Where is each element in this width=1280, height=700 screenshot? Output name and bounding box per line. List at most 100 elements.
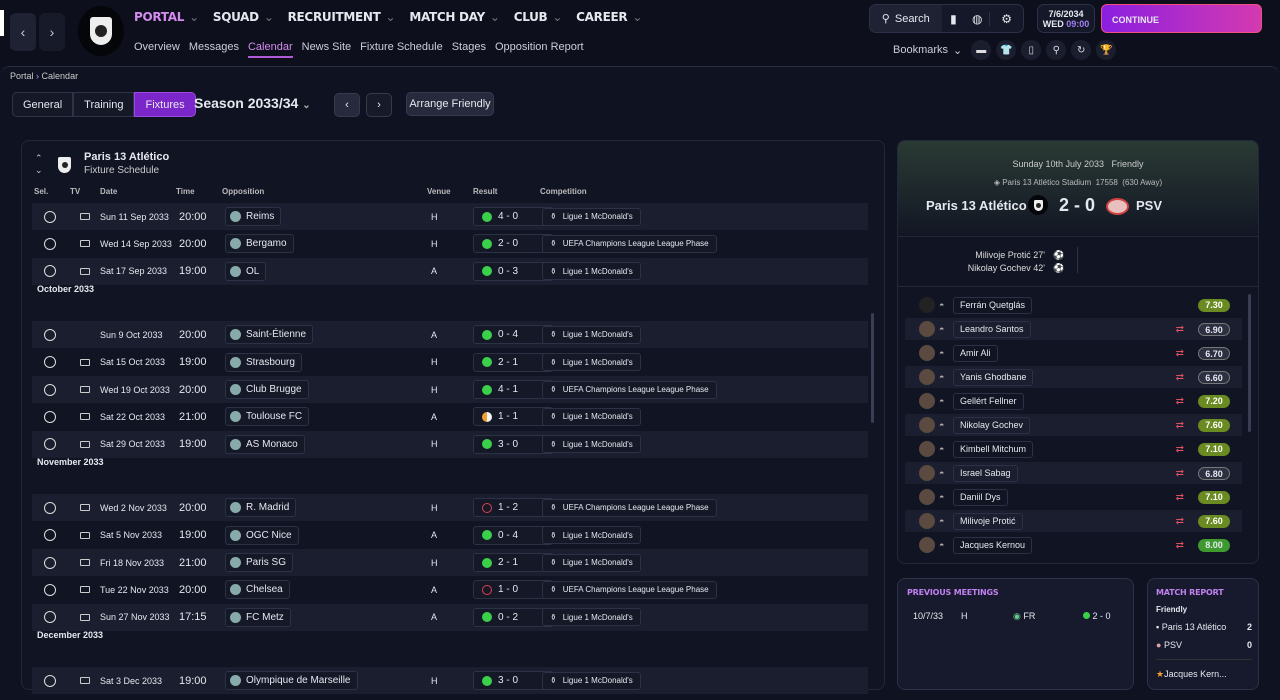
- player-name[interactable]: Yanis Ghodbane: [953, 368, 1034, 386]
- select-radio[interactable]: [44, 237, 56, 250]
- season-selector[interactable]: Season 2033/34 ⌄: [194, 95, 311, 111]
- forward-button[interactable]: ›: [39, 13, 65, 51]
- bookmark-icon[interactable]: ▮: [942, 12, 966, 26]
- player-name[interactable]: Gellért Fellner: [953, 392, 1024, 410]
- fixture-row[interactable]: Sat 5 Nov 2033 19:00 OGC Nice A 0 - 4 ⚱ Ligue …: [32, 522, 868, 549]
- competition-link[interactable]: ⚱ UEFA Champions League League Phase: [542, 498, 717, 517]
- player-name[interactable]: Leandro Santos: [953, 320, 1031, 338]
- opposition-link[interactable]: OL: [225, 261, 267, 281]
- player-row[interactable]: ◓ Milivoje Protić ⇄ 7.60: [905, 510, 1242, 532]
- fixture-row[interactable]: Sat 29 Oct 2033 19:00 AS Monaco H 3 - 0 ⚱ Ligu…: [32, 430, 868, 458]
- competition-link[interactable]: ⚱ Ligue 1 McDonald's: [542, 671, 641, 690]
- bookmarks-dropdown[interactable]: Bookmarks: [893, 44, 948, 56]
- subnav-messages[interactable]: Messages: [189, 41, 239, 58]
- player-of-match[interactable]: ★Jacques Kern...: [1156, 669, 1227, 680]
- gear-icon[interactable]: ⚙: [989, 11, 1023, 26]
- player-row[interactable]: ◓ Jacques Kernou ⇄ 8.00: [905, 534, 1242, 556]
- subnav-fixture-schedule[interactable]: Fixture Schedule: [360, 41, 443, 58]
- column-header[interactable]: TV: [70, 187, 80, 196]
- search-button[interactable]: ⚲ Search: [870, 5, 942, 32]
- arrange-friendly-button[interactable]: Arrange Friendly: [406, 92, 494, 116]
- subnav-overview[interactable]: Overview: [134, 41, 180, 58]
- result-link[interactable]: 1 - 2: [473, 498, 553, 518]
- competition-link[interactable]: ⚱ Ligue 1 McDonald's: [542, 435, 641, 454]
- shirt-icon[interactable]: 👕: [996, 40, 1017, 60]
- scrollbar[interactable]: [1248, 294, 1251, 432]
- opposition-link[interactable]: Reims: [225, 207, 282, 226]
- result-link[interactable]: 2 - 1: [473, 352, 553, 372]
- opposition-link[interactable]: OGC Nice: [225, 525, 299, 545]
- opposition-link[interactable]: Bergamo: [225, 234, 294, 254]
- competition-link[interactable]: ⚱ Ligue 1 McDonald's: [542, 325, 641, 344]
- result-link[interactable]: 4 - 0: [473, 207, 553, 226]
- nav-club[interactable]: CLUB ⌄: [514, 10, 563, 24]
- opposition-link[interactable]: Club Brugge: [225, 380, 309, 399]
- player-row[interactable]: ◓ Kimbell Mitchum ⇄ 7.10: [905, 438, 1242, 460]
- fixture-row[interactable]: Sun 9 Oct 2033 20:00 Saint-Étienne A 0 - 4 ⚱ L…: [32, 321, 868, 349]
- fixture-row[interactable]: Tue 22 Nov 2033 20:00 Chelsea A 1 - 0 ⚱ UEFA C…: [32, 576, 868, 603]
- nav-match-day[interactable]: MATCH DAY ⌄: [409, 10, 500, 24]
- result-link[interactable]: 0 - 4: [473, 325, 553, 345]
- select-radio[interactable]: [44, 265, 56, 278]
- tab-general[interactable]: General: [12, 92, 74, 117]
- player-row[interactable]: ◓ Amir Ali ⇄ 6.70: [905, 342, 1242, 364]
- player-row[interactable]: ◓ Daniil Dys ⇄ 7.10: [905, 486, 1242, 508]
- opposition-link[interactable]: Strasbourg: [225, 352, 302, 372]
- fixture-row[interactable]: Sat 15 Oct 2033 19:00 Strasbourg H 2 - 1 ⚱ Lig…: [32, 349, 868, 376]
- opposition-link[interactable]: R. Madrid: [225, 498, 297, 518]
- tab-training[interactable]: Training: [73, 92, 135, 117]
- select-radio[interactable]: [44, 674, 56, 687]
- select-radio[interactable]: [44, 383, 56, 396]
- opposition-link[interactable]: Olympique de Marseille: [225, 671, 358, 691]
- select-radio[interactable]: [44, 328, 56, 341]
- nav-career[interactable]: CAREER ⌄: [576, 10, 642, 24]
- result-link[interactable]: 4 - 1: [473, 380, 553, 399]
- player-name[interactable]: Ferrán Quetglás: [953, 296, 1033, 314]
- nav-recruitment[interactable]: RECRUITMENT ⌄: [288, 10, 396, 24]
- column-header[interactable]: Date: [100, 187, 117, 196]
- column-header[interactable]: Venue: [427, 187, 451, 196]
- back-button[interactable]: ‹: [10, 13, 36, 51]
- prev-season-button[interactable]: ‹: [334, 93, 360, 117]
- trophy-icon[interactable]: 🏆: [1096, 40, 1117, 60]
- fixture-row[interactable]: Wed 19 Oct 2033 20:00 Club Brugge H 4 - 1 ⚱ UE…: [32, 376, 868, 403]
- player-row[interactable]: ◓ Nikolay Gochev ⇄ 7.60: [905, 414, 1242, 436]
- column-header[interactable]: Result: [473, 187, 497, 196]
- chat-icon[interactable]: ▬: [971, 40, 992, 60]
- result-link[interactable]: 2 - 1: [473, 553, 553, 572]
- fixture-row[interactable]: Sun 27 Nov 2033 17:15 FC Metz A 0 - 2 ⚱ Ligue …: [32, 603, 868, 631]
- competition-link[interactable]: ⚱ Ligue 1 McDonald's: [542, 526, 641, 545]
- result-link[interactable]: 0 - 3: [473, 261, 553, 281]
- player-name[interactable]: Israel Sabag: [953, 464, 1018, 482]
- fixture-row[interactable]: Sat 22 Oct 2033 21:00 Toulouse FC A 1 - 1 ⚱ Li…: [32, 403, 868, 430]
- select-radio[interactable]: [44, 210, 56, 223]
- fixture-row[interactable]: Sun 11 Sep 2033 20:00 Reims H 4 - 0 ⚱ Ligue 1 …: [32, 203, 868, 230]
- competition-link[interactable]: ⚱ Ligue 1 McDonald's: [542, 553, 641, 572]
- result-link[interactable]: 1 - 0: [473, 580, 553, 600]
- fixture-row[interactable]: Sat 17 Sep 2033 19:00 OL A 0 - 3 ⚱ Ligue 1 McD…: [32, 257, 868, 285]
- refresh-icon[interactable]: ↻: [1071, 40, 1092, 60]
- player-row[interactable]: ◓ Leandro Santos ⇄ 6.90: [905, 318, 1242, 340]
- opposition-link[interactable]: Saint-Étienne: [225, 325, 314, 345]
- player-row[interactable]: ◓ Israel Sabag ⇄ 6.80: [905, 462, 1242, 484]
- player-name[interactable]: Milivoje Protić: [953, 512, 1023, 530]
- result-link[interactable]: 0 - 4: [473, 525, 553, 545]
- column-header[interactable]: Competition: [540, 187, 587, 196]
- select-radio[interactable]: [44, 611, 56, 624]
- globe-icon[interactable]: ◍: [965, 12, 989, 26]
- player-name[interactable]: Daniil Dys: [953, 488, 1008, 506]
- fixture-row[interactable]: Sat 3 Dec 2033 19:00 Olympique de Marseill…: [32, 667, 868, 695]
- player-name[interactable]: Nikolay Gochev: [953, 416, 1031, 434]
- result-link[interactable]: 2 - 0: [473, 234, 553, 254]
- away-team[interactable]: PSV: [1136, 198, 1162, 213]
- column-header[interactable]: Opposition: [222, 187, 264, 196]
- subnav-news-site[interactable]: News Site: [302, 41, 352, 58]
- scout-icon[interactable]: ⚲: [1046, 40, 1067, 60]
- result-link[interactable]: 3 - 0: [473, 671, 553, 691]
- column-header[interactable]: Sel.: [34, 187, 48, 196]
- competition-link[interactable]: ⚱ UEFA Champions League League Phase: [542, 580, 717, 599]
- player-row[interactable]: ◓ Gellért Fellner ⇄ 7.20: [905, 390, 1242, 412]
- column-header[interactable]: Time: [176, 187, 195, 196]
- player-name[interactable]: Kimbell Mitchum: [953, 440, 1034, 458]
- select-radio[interactable]: [44, 356, 56, 369]
